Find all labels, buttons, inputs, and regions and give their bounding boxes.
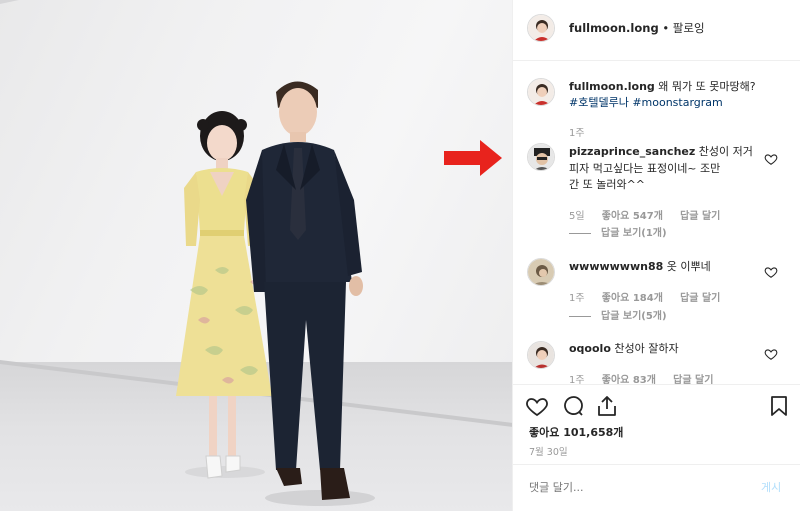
caption-avatar[interactable] <box>527 78 555 106</box>
caption-hashtags[interactable]: #호텔델루나 #moonstargram <box>569 95 723 111</box>
people-figures <box>176 81 375 506</box>
view-replies-label[interactable]: 답글 보기(5개) <box>601 311 667 322</box>
post-header: fullmoon.long • 팔로잉 <box>569 20 705 36</box>
comment-like-heart-icon[interactable] <box>764 152 778 166</box>
comment-like-heart-icon[interactable] <box>764 265 778 279</box>
avatar-image <box>528 259 554 285</box>
avatar-image <box>528 15 554 41</box>
reply-divider-line <box>569 232 591 234</box>
share-icon[interactable] <box>595 394 619 418</box>
heart-icon[interactable] <box>525 394 549 418</box>
commenter-avatar[interactable] <box>527 143 555 171</box>
comment-box-divider <box>513 464 800 465</box>
author-username[interactable]: fullmoon.long <box>569 21 659 35</box>
view-replies[interactable]: 답글 보기(5개) <box>569 307 667 322</box>
commenter-avatar[interactable] <box>527 341 555 369</box>
comment-2: wwwwwwwn88 옷 이뿌네 <box>569 259 711 275</box>
post-photo[interactable] <box>0 0 512 511</box>
header-divider <box>513 60 800 61</box>
author-avatar[interactable] <box>527 14 555 42</box>
actions-divider <box>513 384 800 385</box>
comment-text: 찬성이 저거 <box>698 145 753 158</box>
comment-username[interactable]: pizzaprince_sanchez <box>569 145 695 158</box>
caption-time[interactable]: 1주 <box>569 124 585 139</box>
comment-time[interactable]: 5일 <box>569 211 585 222</box>
comment-text: 찬성아 잘하자 <box>614 342 679 355</box>
comment-text: 옷 이뿌네 <box>666 260 711 273</box>
post-comment-button[interactable]: 게시 <box>761 480 781 496</box>
reply-button[interactable]: 답글 달기 <box>680 211 720 222</box>
reply-button[interactable]: 답글 달기 <box>680 293 720 304</box>
comment-1: pizzaprince_sanchez 찬성이 저거 <box>569 144 753 160</box>
comment-icon[interactable] <box>561 394 585 418</box>
comment-likes[interactable]: 좋아요 547개 <box>602 211 663 222</box>
comment-text-line: 피자 먹고싶다는 표정이네~ 조만 <box>569 162 721 175</box>
avatar-image <box>528 144 554 170</box>
avatar-image <box>528 79 554 105</box>
comment-input[interactable] <box>529 476 729 498</box>
post-date[interactable]: 7월 30일 <box>529 444 568 458</box>
comment-text-line: 간 또 놀러와^^ <box>569 178 646 191</box>
follow-status[interactable]: • 팔로잉 <box>662 21 704 35</box>
comment-3: oqoolo 찬성아 잘하자 <box>569 341 679 357</box>
comment-username[interactable]: wwwwwwwn88 <box>569 260 663 273</box>
reply-divider-line <box>569 315 591 317</box>
comment-meta: 5일 좋아요 547개 답글 달기 <box>569 207 720 222</box>
commenter-avatar[interactable] <box>527 258 555 286</box>
caption-text: 왜 뭐가 또 못마땅해? <box>658 80 756 93</box>
caption: fullmoon.long 왜 뭐가 또 못마땅해? <box>569 79 756 95</box>
caption-username[interactable]: fullmoon.long <box>569 80 655 93</box>
likes-count[interactable]: 좋아요 101,658개 <box>529 425 623 441</box>
comment-username[interactable]: oqoolo <box>569 342 611 355</box>
post-side-panel: fullmoon.long • 팔로잉 fullmoon.long 왜 뭐가 또… <box>512 0 800 511</box>
view-replies[interactable]: 답글 보기(1개) <box>569 224 667 239</box>
comment-time[interactable]: 1주 <box>569 293 585 304</box>
view-replies-label[interactable]: 답글 보기(1개) <box>601 228 667 239</box>
comment-like-heart-icon[interactable] <box>764 347 778 361</box>
comment-meta: 1주 좋아요 184개 답글 달기 <box>569 289 720 304</box>
bookmark-icon[interactable] <box>767 394 791 418</box>
comment-likes[interactable]: 좋아요 184개 <box>602 293 663 304</box>
arrow-icon <box>444 140 502 176</box>
avatar-image <box>528 342 554 368</box>
